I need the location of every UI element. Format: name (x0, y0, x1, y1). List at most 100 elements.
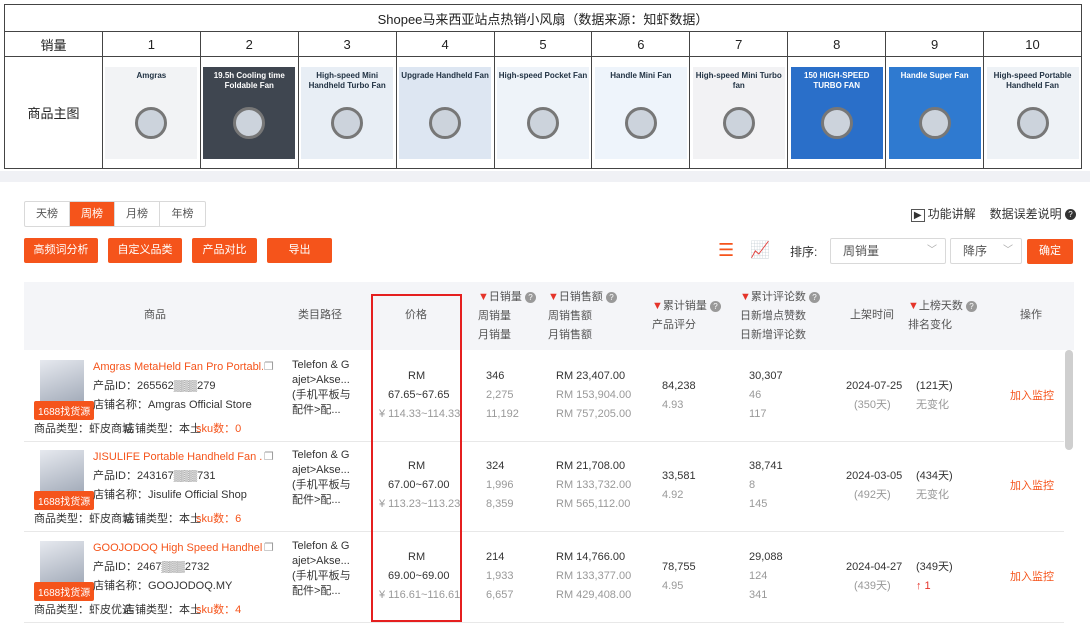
scrollbar-thumb[interactable] (1065, 350, 1073, 450)
header-sales[interactable]: ▼日销量 ? 周销量 月销量 (478, 288, 536, 345)
header-days-on-list[interactable]: ▼上榜天数 ? 排名变化 (908, 297, 977, 335)
copy-icon[interactable]: ❐ (264, 448, 274, 467)
export-button[interactable]: 导出 (267, 238, 332, 263)
total-sales: 84,238 (662, 380, 696, 392)
product-thumbnail-cell: 19.5h Cooling time Foldable Fan (199, 56, 299, 169)
chart-view-icon[interactable]: 📈 (750, 240, 770, 260)
total-reviews: 38,741 (749, 460, 783, 472)
tab-daily[interactable]: 天榜 (25, 202, 70, 226)
source-1688-badge[interactable]: 1688找货源 (34, 582, 95, 601)
fan-icon (624, 106, 657, 139)
product-name-link[interactable]: GOOJODOQ High Speed Handhel... (93, 539, 263, 558)
thumbnail-caption: High-speed Portable Handheld Fan (993, 70, 1072, 90)
tab-weekly[interactable]: 周榜 (70, 202, 115, 226)
sort-field-select[interactable]: 周销量 ﹀ (830, 238, 946, 264)
tab-yearly[interactable]: 年榜 (160, 202, 205, 226)
rank-change: 无变化 (916, 399, 949, 411)
product-name-link[interactable]: JISULIFE Portable Handheld Fan ... (93, 448, 263, 467)
source-1688-badge[interactable]: 1688找货源 (34, 491, 95, 510)
product-id: 产品ID：243167▒▒▒731 (93, 470, 216, 482)
confirm-button[interactable]: 确定 (1027, 239, 1073, 264)
total-sales: 33,581 (662, 470, 696, 482)
product-compare-button[interactable]: 产品对比 (192, 238, 257, 263)
days-on-list: (434天) (916, 470, 953, 482)
header-action: 操作 (1020, 309, 1042, 321)
product-thumbnail-cell: High-speed Portable Handheld Fan (983, 56, 1082, 169)
daily-sales: 214 (486, 551, 505, 563)
source-1688-badge[interactable]: 1688找货源 (34, 401, 95, 420)
product-thumbnail-cell: Handle Super Fan (885, 56, 985, 169)
section-gap (0, 171, 1090, 182)
weekly-sales: 1,996 (486, 479, 514, 491)
data-error-link[interactable]: 数据误差说明 ? (990, 205, 1076, 222)
product-thumbnail-cell: High-speed Pocket Fan (493, 56, 593, 169)
header-revenue[interactable]: ▼日销售额 ? 周销售额 月销售额 (548, 288, 617, 345)
fan-icon (918, 106, 951, 139)
rank-cell: 3 (297, 31, 397, 57)
product-thumbnail: 19.5h Cooling time Foldable Fan (203, 66, 296, 159)
listed-days: (439天) (854, 580, 891, 592)
product-thumbnail-cell: 150 HIGH-SPEED TURBO FAN (787, 56, 887, 169)
header-reviews[interactable]: ▼累计评论数 ? 日新增点赞数 日新增评论数 (740, 288, 820, 345)
listed-days: (492天) (854, 489, 891, 501)
table-row: 1688找货源 GOOJODOQ High Speed Handhel... ❐… (24, 533, 1064, 623)
product-thumbnail-cell: Amgras (101, 56, 201, 169)
help-links: ▶ 功能讲解 数据误差说明 ? (910, 205, 1076, 222)
feature-explain-link[interactable]: ▶ 功能讲解 (910, 205, 976, 222)
rank-cell: 9 (885, 31, 985, 57)
fan-icon (1016, 106, 1049, 139)
rank-cell: 4 (395, 31, 495, 57)
image-label: 商品主图 (4, 56, 103, 169)
thumbnail-caption: Upgrade Handheld Fan (401, 70, 489, 80)
header-total-sales[interactable]: ▼累计销量 ? 产品评分 (652, 297, 721, 335)
product-thumbnail: High-speed Mini Handheld Turbo Fan (301, 66, 394, 159)
product-thumbnail: Amgras (105, 66, 198, 159)
question-icon: ? (709, 300, 721, 312)
add-monitor-link[interactable]: 加入监控 (1010, 568, 1054, 587)
product-thumbnail: 150 HIGH-SPEED TURBO FAN (790, 66, 883, 159)
list-view-icon[interactable]: ☰ (718, 240, 734, 261)
product-name-link[interactable]: Amgras MetaHeld Fan Pro Portabl... (93, 358, 263, 377)
keyword-analysis-button[interactable]: 高频词分析 (24, 238, 98, 263)
product-thumbnail: High-speed Pocket Fan (496, 66, 589, 159)
product-id: 产品ID：2467▒▒▒2732 (93, 561, 210, 573)
product-thumbnail-cell: High-speed Mini Handheld Turbo Fan (297, 56, 397, 169)
fan-icon (135, 106, 168, 139)
rank-change: ↑ 1 (916, 580, 931, 592)
category-path: Telefon & Gajet>Akse... (手机平板与 配件>配... (292, 540, 351, 597)
new-liked-reviews: 124 (749, 570, 768, 582)
monthly-revenue: RM 565,112.00 (556, 498, 631, 510)
copy-icon[interactable]: ❐ (264, 358, 274, 377)
rank-change: 无变化 (916, 489, 949, 501)
tab-monthly[interactable]: 月榜 (115, 202, 160, 226)
listed-date: 2024-04-27 (846, 561, 903, 573)
listed-date: 2024-07-25 (846, 380, 903, 392)
play-icon: ▶ (910, 209, 925, 222)
table-row: 1688找货源 JISULIFE Portable Handheld Fan .… (24, 442, 1064, 532)
add-monitor-link[interactable]: 加入监控 (1010, 387, 1054, 406)
days-on-list: (121天) (916, 380, 953, 392)
fan-icon (526, 106, 559, 139)
fan-icon (820, 106, 853, 139)
rank-cell: 1 (101, 31, 201, 57)
total-sales: 78,755 (662, 561, 696, 573)
product-thumbnail: High-speed Portable Handheld Fan (986, 66, 1079, 159)
shop-type: 店铺类型：本土 (124, 604, 201, 616)
weekly-revenue: RM 133,377.00 (556, 570, 632, 582)
new-liked-reviews: 8 (749, 479, 756, 491)
product-type: 商品类型：虾皮商城 (34, 513, 133, 525)
custom-category-button[interactable]: 自定义品类 (108, 238, 182, 263)
listed-date: 2024-03-05 (846, 470, 903, 482)
copy-icon[interactable]: ❐ (264, 539, 274, 558)
rank-label: 销量 (4, 31, 103, 57)
weekly-revenue: RM 133,732.00 (556, 479, 632, 491)
question-icon: ? (808, 291, 820, 303)
sort-order-select[interactable]: 降序 ﹀ (950, 238, 1022, 264)
monthly-sales: 11,192 (486, 408, 519, 420)
add-monitor-link[interactable]: 加入监控 (1010, 477, 1054, 496)
rank-cell: 2 (199, 31, 299, 57)
rank-cell: 5 (493, 31, 593, 57)
rank-cell: 7 (689, 31, 789, 57)
weekly-revenue: RM 153,904.00 (556, 389, 632, 401)
thumbnail-caption: High-speed Pocket Fan (498, 70, 588, 80)
